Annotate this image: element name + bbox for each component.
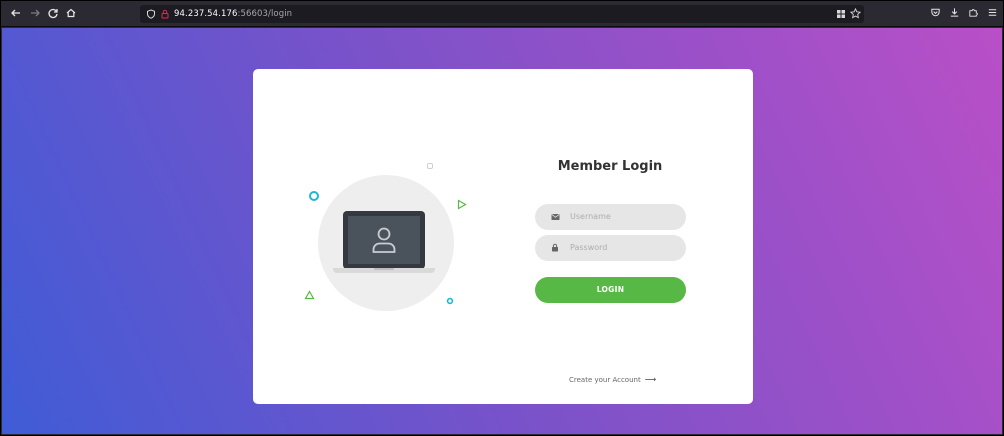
url-bar[interactable]: 94.237.54.176:56603/login xyxy=(140,5,864,23)
download-icon xyxy=(950,8,958,17)
home-button[interactable] xyxy=(62,4,80,22)
login-illustration xyxy=(253,69,503,404)
create-account-link[interactable]: Create your Account ⟶ xyxy=(569,374,656,386)
extensions-grid-icon[interactable] xyxy=(834,5,848,23)
password-placeholder: Password xyxy=(570,243,608,252)
username-placeholder: Username xyxy=(570,212,611,221)
extensions-icon xyxy=(968,9,978,17)
extensions-button[interactable] xyxy=(964,4,982,22)
pocket-icon xyxy=(930,8,940,17)
arrow-right-long-icon: ⟶ xyxy=(644,375,657,384)
arrow-right-icon xyxy=(31,9,40,17)
green-triangle-small-icon xyxy=(304,290,315,300)
insecure-lock-icon[interactable] xyxy=(158,5,172,23)
gray-square-icon xyxy=(427,163,433,169)
user-icon xyxy=(372,227,396,253)
url-text[interactable]: 94.237.54.176:56603/login xyxy=(174,5,292,23)
lock-icon xyxy=(551,235,559,261)
reload-icon xyxy=(48,8,58,19)
cyan-ring-icon xyxy=(309,191,319,201)
page-title: Member Login xyxy=(557,159,663,174)
username-field[interactable]: Username xyxy=(535,204,686,230)
url-path: :56603/login xyxy=(237,9,293,19)
forward-button[interactable] xyxy=(26,4,44,22)
browser-window: 94.237.54.176:56603/login Member Login U… xyxy=(1,1,1003,435)
login-card: Member Login Username Password LOGIN Cre… xyxy=(253,69,753,404)
cyan-dot-icon xyxy=(446,297,454,305)
envelope-icon xyxy=(551,204,560,230)
url-host: 94.237.54.176 xyxy=(174,9,238,19)
back-button[interactable] xyxy=(7,4,25,22)
shield-icon[interactable] xyxy=(144,5,158,23)
browser-toolbar: 94.237.54.176:56603/login xyxy=(1,1,1003,27)
reload-button[interactable] xyxy=(44,4,62,22)
create-account-label: Create your Account xyxy=(569,376,641,384)
green-triangle-icon xyxy=(457,199,467,210)
login-button[interactable]: LOGIN xyxy=(535,277,686,303)
downloads-button[interactable] xyxy=(945,4,963,22)
arrow-left-icon xyxy=(11,9,20,17)
pocket-button[interactable] xyxy=(926,4,944,22)
home-icon xyxy=(66,8,76,18)
app-menu-button[interactable] xyxy=(983,4,1001,22)
bookmark-star-icon[interactable] xyxy=(848,5,862,23)
password-field[interactable]: Password xyxy=(535,235,686,261)
menu-icon xyxy=(988,9,996,16)
page-background: Member Login Username Password LOGIN Cre… xyxy=(2,28,1002,434)
